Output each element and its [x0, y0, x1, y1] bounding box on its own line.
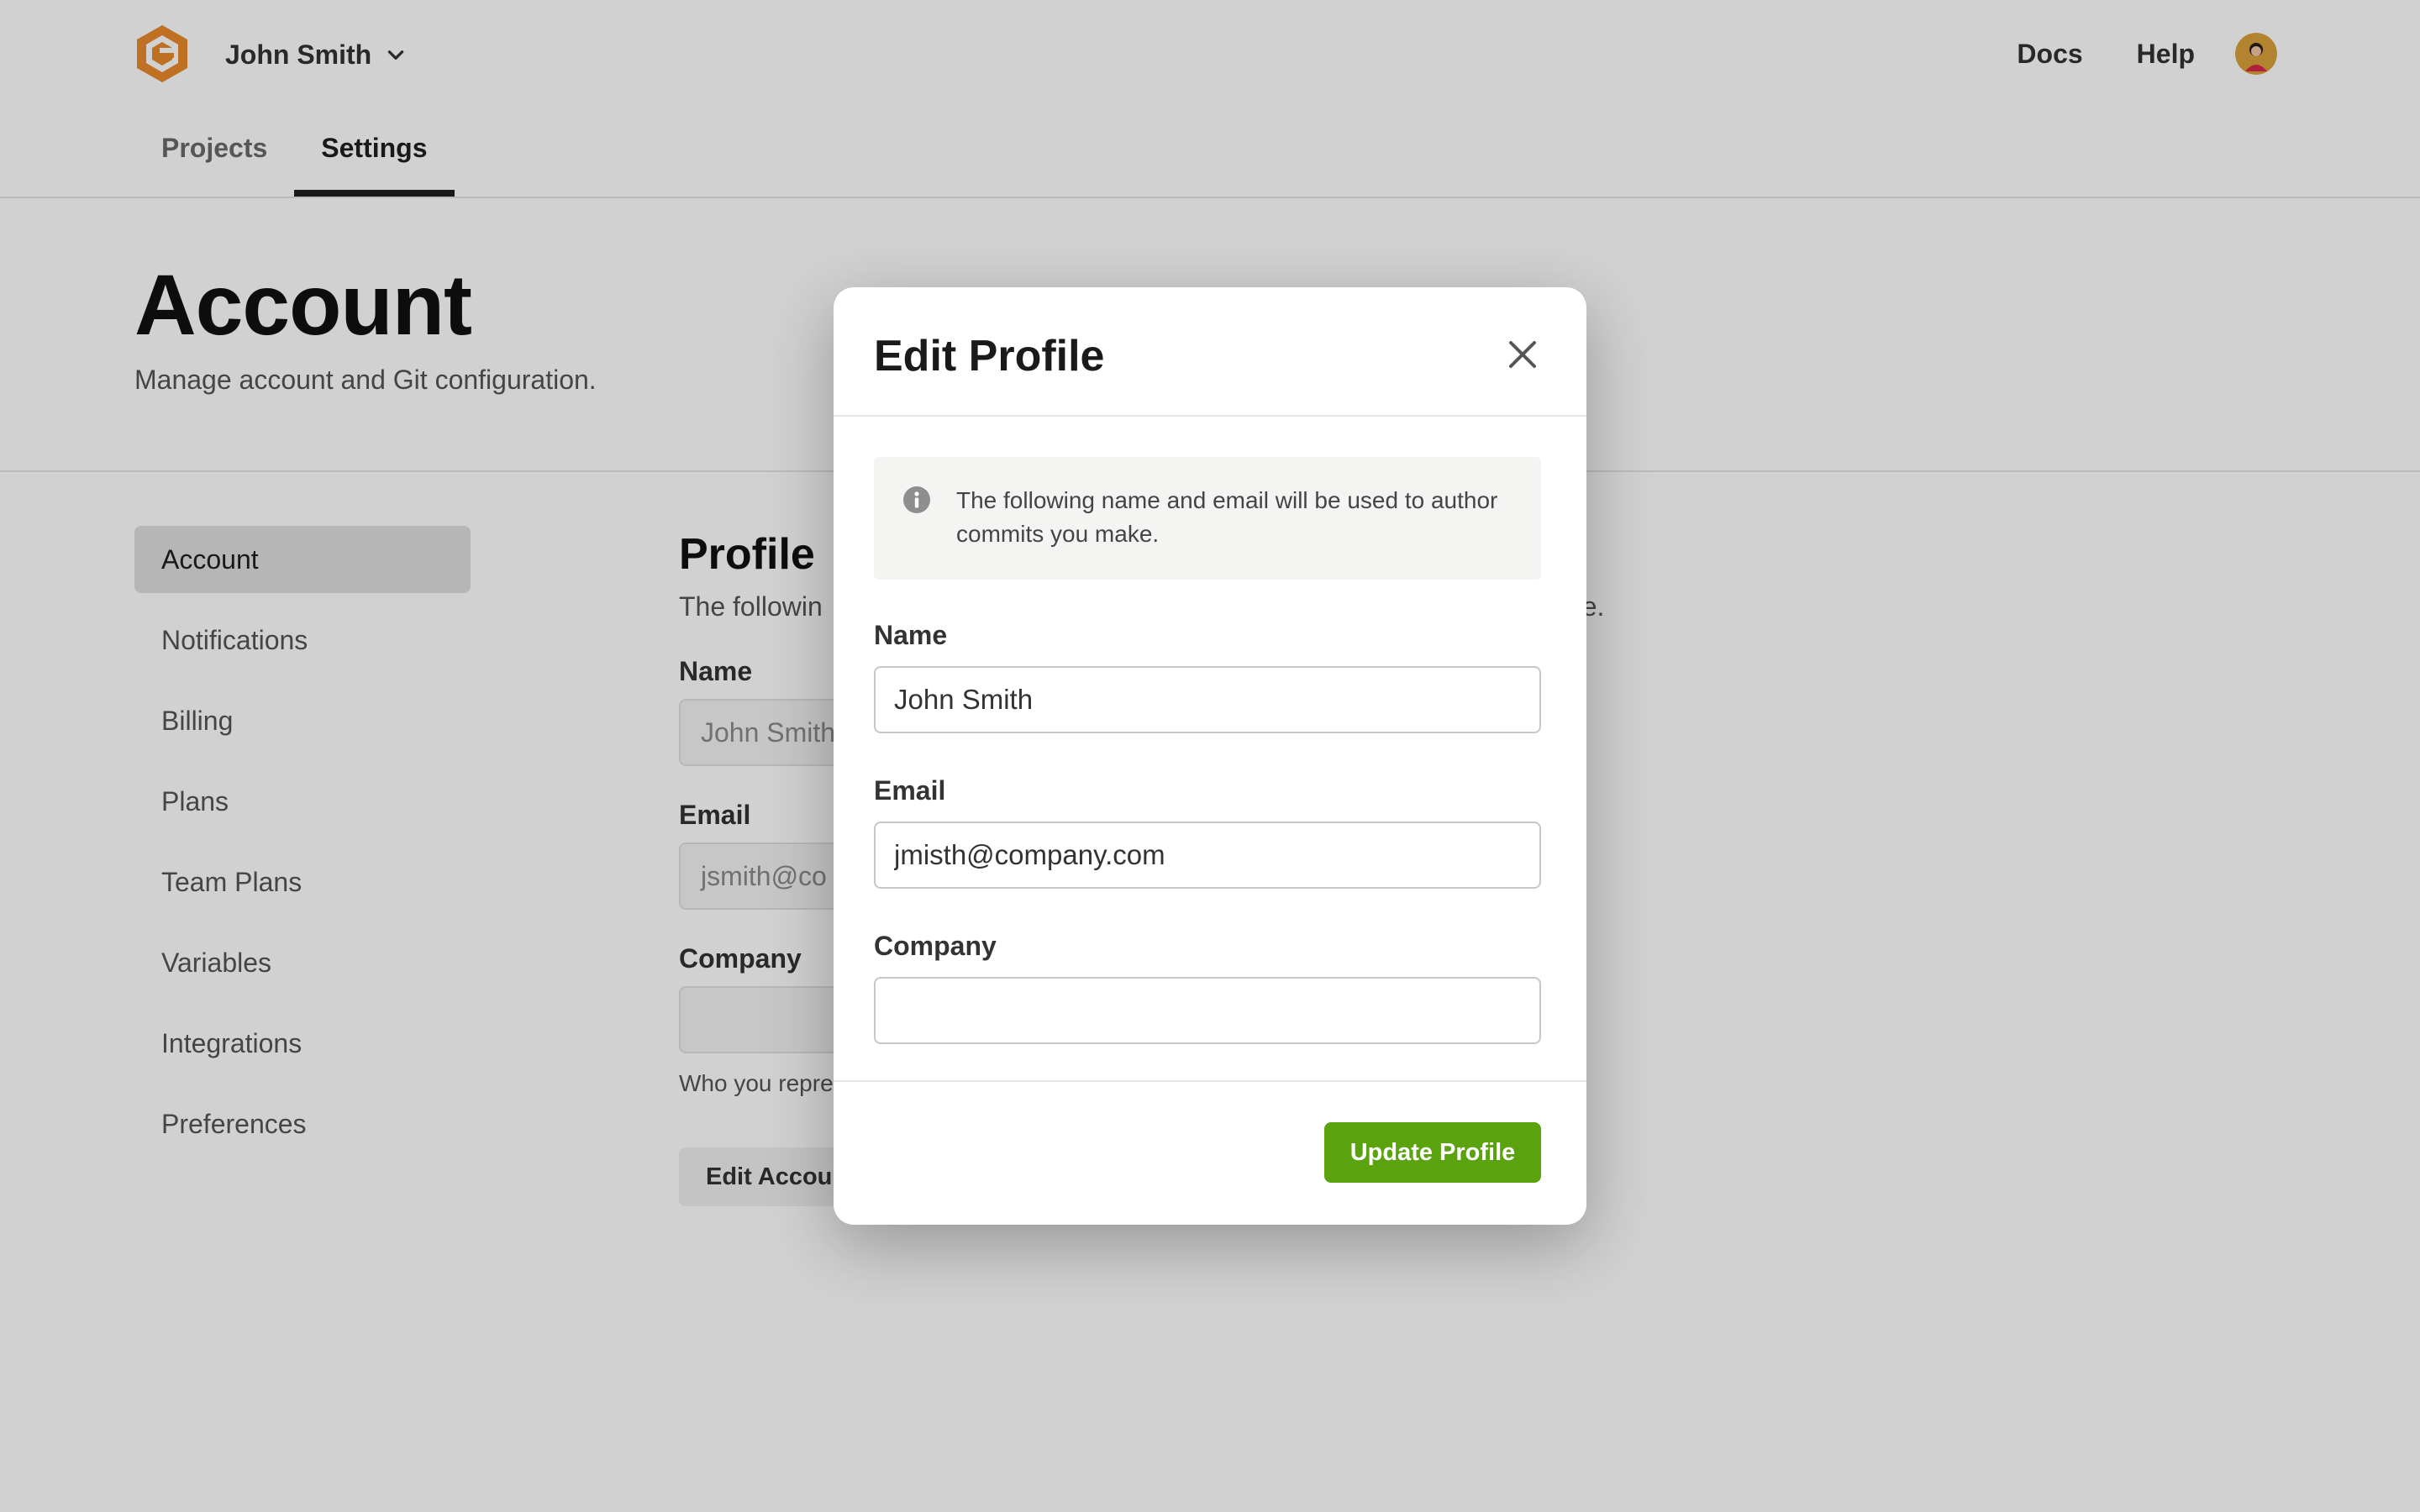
email-label: Email — [874, 775, 946, 806]
info-callout: The following name and email will be use… — [874, 457, 1541, 580]
name-label: Name — [874, 620, 948, 650]
info-text: The following name and email will be use… — [956, 487, 1498, 547]
modal-title: Edit Profile — [874, 332, 1105, 381]
modal-header: Edit Profile — [834, 287, 1586, 417]
name-input[interactable] — [874, 666, 1541, 733]
info-icon — [903, 486, 930, 513]
company-label: Company — [874, 931, 997, 961]
edit-profile-modal: Edit Profile The following name and emai… — [834, 287, 1586, 1225]
email-input[interactable] — [874, 822, 1541, 889]
modal-body: The following name and email will be use… — [874, 457, 1541, 1044]
settings-page: John Smith Docs Help Projects Settings A… — [0, 0, 2420, 1512]
close-icon[interactable] — [1506, 338, 1539, 371]
company-input[interactable] — [874, 977, 1541, 1044]
update-profile-button[interactable]: Update Profile — [1324, 1122, 1541, 1183]
modal-footer: Update Profile — [834, 1080, 1586, 1225]
